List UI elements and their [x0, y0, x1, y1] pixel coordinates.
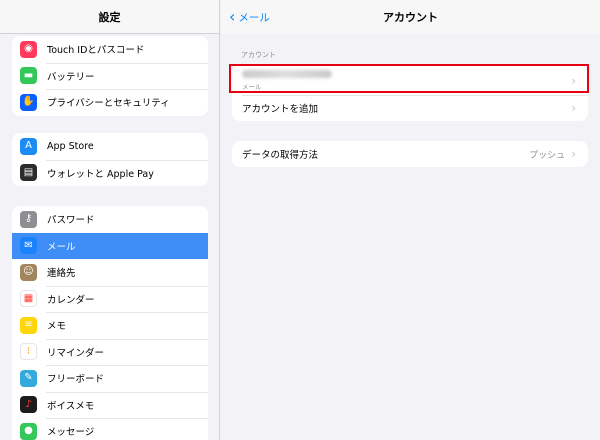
key-icon: ⚷	[20, 210, 37, 228]
app-store-icon: A	[20, 137, 37, 155]
sidebar-item[interactable]: ● メッセージ	[12, 418, 208, 440]
sidebar-group-security: ◉ Touch IDとパスコード ▬ バッテリー ✋ プライバシーとセキュリティ	[12, 36, 208, 116]
sidebar-item-label: 連絡先	[47, 268, 76, 280]
sidebar-item[interactable]: ≡ メモ	[12, 312, 208, 339]
sidebar-item[interactable]: ✉ メール	[12, 232, 208, 259]
sidebar-item-label: バッテリー	[47, 71, 95, 83]
sidebar-item-label: メモ	[47, 321, 67, 333]
chevron-left-icon: ‹	[229, 7, 236, 26]
fetch-value: プッシュ	[529, 150, 566, 161]
sidebar-item-label: リマインダー	[47, 347, 105, 359]
sidebar-group-store: A App Store ▤ ウォレットと Apple Pay	[12, 133, 208, 186]
account-row[interactable]: メール ›	[232, 66, 588, 95]
wallet-icon: ▤	[20, 164, 37, 182]
sidebar-item-label: プライバシーとセキュリティ	[47, 98, 170, 110]
account-address-blurred	[242, 70, 332, 78]
reminders-icon: ⁝	[20, 343, 37, 361]
fetch-card: データの取得方法 プッシュ ›	[232, 141, 588, 167]
chevron-right-icon: ›	[571, 101, 576, 115]
sidebar-item[interactable]: ✎ フリーボード	[12, 365, 208, 392]
sidebar-item-label: ボイスメモ	[47, 400, 95, 412]
sidebar-item[interactable]: ⚷ パスワード	[12, 206, 208, 233]
hand-icon: ✋	[20, 93, 37, 111]
sidebar-item[interactable]: ▬ バッテリー	[12, 62, 208, 90]
sidebar-item[interactable]: A App Store	[12, 133, 208, 160]
back-label: メール	[238, 11, 270, 24]
sidebar-item[interactable]: ♪ ボイスメモ	[12, 391, 208, 419]
sidebar-item-label: パスワード	[47, 215, 95, 227]
sidebar-item[interactable]: ▤ ウォレットと Apple Pay	[12, 159, 208, 187]
back-button[interactable]: ‹ メール	[229, 0, 270, 34]
freeform-icon: ✎	[20, 369, 37, 387]
calendar-icon: ▦	[20, 290, 37, 308]
sidebar-item-label: メール	[47, 241, 76, 253]
sidebar-title: 設定	[0, 0, 219, 34]
sidebar-item-label: Touch IDとパスコード	[47, 45, 145, 57]
account-text: メール	[242, 70, 332, 91]
sidebar-item[interactable]: ◉ Touch IDとパスコード	[12, 36, 208, 63]
sidebar-item-label: カレンダー	[47, 294, 95, 306]
messages-icon: ●	[20, 422, 37, 440]
chevron-right-icon: ›	[571, 147, 576, 161]
chevron-right-icon: ›	[571, 73, 576, 88]
sidebar-item[interactable]: ☺ 連絡先	[12, 259, 208, 286]
sidebar-item[interactable]: ▦ カレンダー	[12, 285, 208, 313]
notes-icon: ≡	[20, 316, 37, 334]
navbar: ‹ メール アカウント	[221, 0, 600, 34]
battery-icon: ▬	[20, 67, 37, 85]
fetch-data-row[interactable]: データの取得方法 プッシュ ›	[232, 141, 588, 167]
sidebar-item-label: メッセージ	[47, 427, 95, 439]
account-panel: ‹ メール アカウント アカウント メール › アカウントを追加 › データの取…	[221, 0, 600, 440]
accounts-section-label: アカウント	[241, 51, 276, 59]
fetch-label: データの取得方法	[242, 150, 319, 161]
add-account-label: アカウントを追加	[242, 104, 319, 115]
add-account-row[interactable]: アカウントを追加 ›	[232, 95, 588, 121]
account-type: メール	[242, 83, 262, 91]
page-title: アカウント	[383, 11, 438, 24]
sidebar-item[interactable]: ✋ プライバシーとセキュリティ	[12, 89, 208, 116]
mail-icon: ✉	[20, 237, 37, 255]
sidebar-item-label: ウォレットと Apple Pay	[47, 168, 154, 180]
accounts-card: メール › アカウントを追加 ›	[232, 66, 588, 121]
sidebar-item-label: フリーボード	[47, 374, 105, 386]
voice-memo-icon: ♪	[20, 396, 37, 414]
sidebar-item[interactable]: ⁝ リマインダー	[12, 338, 208, 366]
sidebar-group-apps: ⚷ パスワード ✉ メール ☺ 連絡先 ▦ カレンダー ≡ メモ ⁝ リマインダー ✎ フリーボード ♪ ボイ…	[12, 206, 208, 440]
fingerprint-icon: ◉	[20, 40, 37, 58]
contacts-icon: ☺	[20, 263, 37, 281]
sidebar-item-label: App Store	[47, 140, 94, 152]
settings-sidebar: 設定 ◉ Touch IDとパスコード ▬ バッテリー ✋ プライバシーとセキュリティ A…	[0, 0, 220, 440]
